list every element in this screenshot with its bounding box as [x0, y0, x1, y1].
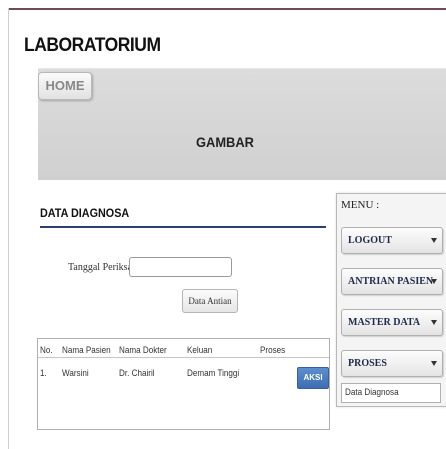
menu-logout-label: LOGOUT	[348, 235, 392, 246]
section-title: DATA DIAGNOSA	[40, 206, 130, 220]
row-keluan: Demam Tinggi	[187, 368, 240, 378]
date-input[interactable]	[129, 257, 232, 277]
chevron-down-icon	[431, 320, 437, 325]
header-banner	[38, 68, 446, 180]
data-antian-button[interactable]: Data Antian	[182, 289, 238, 313]
home-button[interactable]: HOME	[38, 72, 92, 100]
section-divider	[40, 226, 326, 228]
row-nama-dokter: Dr. Chairil	[119, 368, 155, 378]
submenu-data-diagnosa[interactable]: Data Diagnosa	[341, 383, 441, 403]
app-title: LABORATORIUM	[24, 35, 161, 56]
col-header-proses: Proses	[260, 345, 286, 355]
chevron-down-icon	[431, 279, 437, 284]
menu-proses-button[interactable]: PROSES	[341, 350, 443, 377]
col-header-nama-pasien: Nama Pasien	[62, 345, 111, 355]
row-no: 1.	[40, 368, 47, 378]
chevron-down-icon	[431, 361, 437, 366]
menu-antrian-pasien-button[interactable]: ANTRIAN PASIEN	[341, 268, 443, 295]
menu-master-data-button[interactable]: MASTER DATA	[341, 309, 443, 336]
menu-antrian-pasien-label: ANTRIAN PASIEN	[348, 276, 434, 287]
banner-title: GAMBAR	[196, 134, 254, 150]
col-header-no: No.	[40, 345, 53, 355]
table-header-divider	[38, 357, 329, 358]
menu-proses-label: PROSES	[348, 358, 387, 369]
chevron-down-icon	[431, 238, 437, 243]
menu-title: MENU :	[341, 199, 380, 211]
window-left-border	[8, 8, 9, 449]
aksi-button[interactable]: AKSI	[297, 367, 329, 389]
menu-logout-button[interactable]: LOGOUT	[341, 227, 443, 254]
col-header-keluan: Keluan	[187, 345, 213, 355]
submenu-data-diagnosa-label: Data Diagnosa	[345, 387, 399, 397]
col-header-nama-dokter: Nama Dokter	[119, 345, 167, 355]
row-nama-pasien: Warsini	[62, 368, 89, 378]
window-top-border	[8, 8, 446, 10]
diagnosa-table: No. Nama Pasien Nama Dokter Keluan Prose…	[37, 338, 330, 430]
date-label: Tanggal Periksa :	[68, 262, 138, 273]
menu-master-data-label: MASTER DATA	[348, 317, 421, 328]
